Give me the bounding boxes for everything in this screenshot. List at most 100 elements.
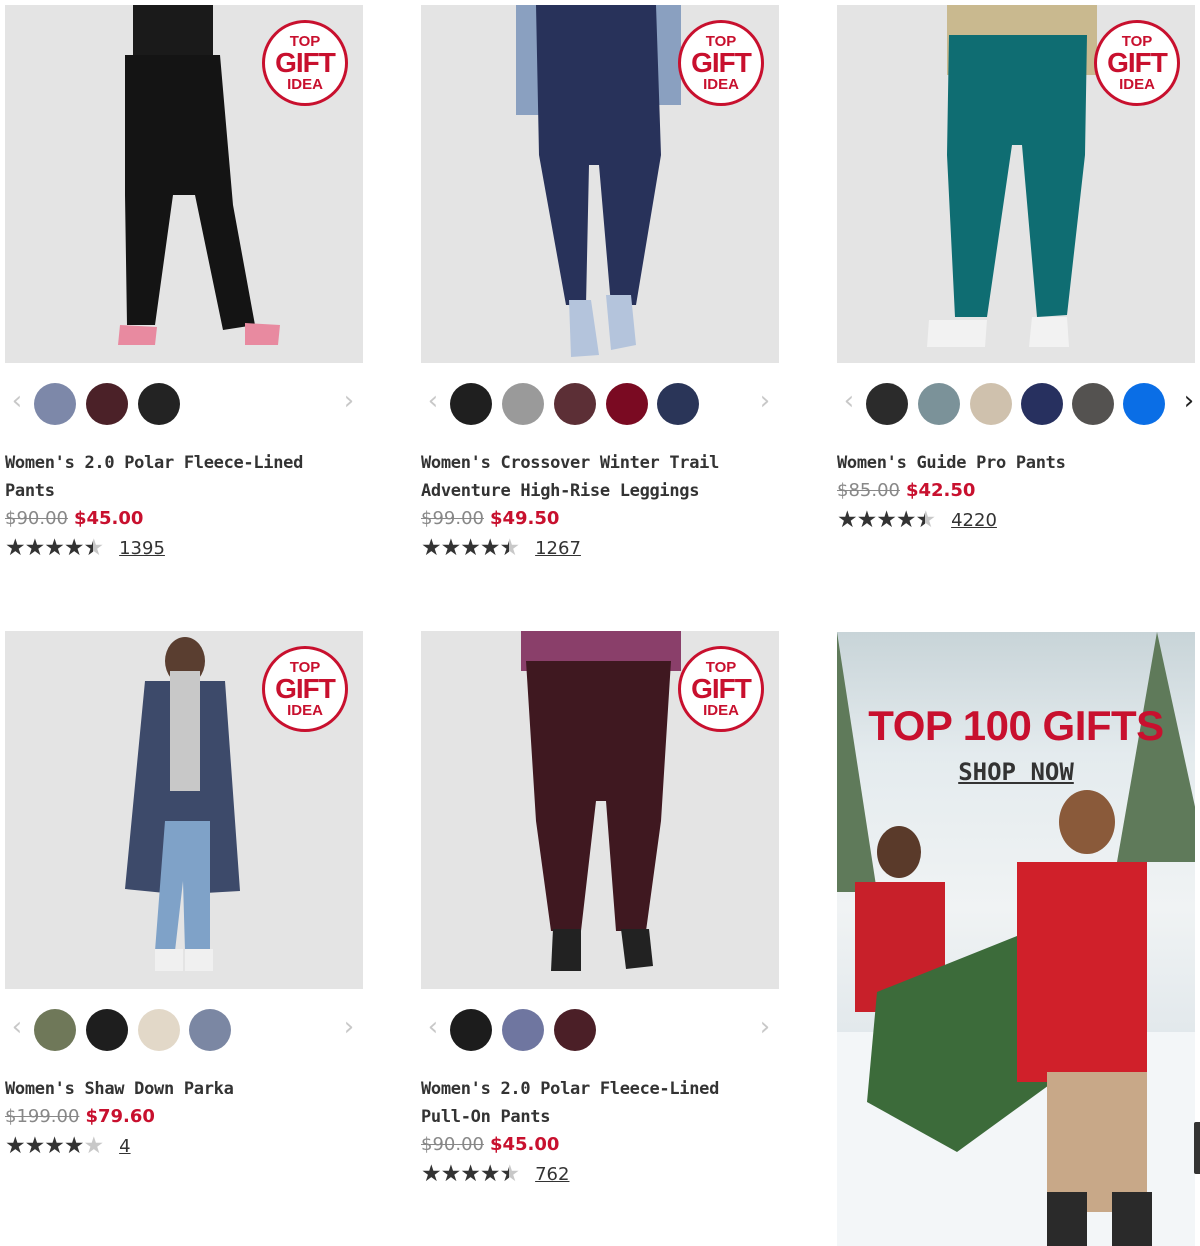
color-swatch-carousel: ‹ › — [5, 1007, 363, 1051]
price: $90.00 $45.00 — [421, 1131, 559, 1159]
sale-price: $42.50 — [905, 480, 976, 501]
top-gift-badge: TOP GIFT IDEA — [1094, 20, 1180, 106]
top-gift-badge: TOP GIFT IDEA — [262, 20, 348, 106]
product-card[interactable]: TOP GIFT IDEA ‹ › Women's 2.0 Polar Flee… — [421, 631, 779, 1187]
review-count-link[interactable]: 4220 — [951, 510, 997, 531]
color-swatch[interactable] — [554, 383, 596, 425]
price: $90.00 $45.00 — [5, 505, 143, 533]
color-swatch[interactable] — [866, 383, 908, 425]
product-image[interactable]: TOP GIFT IDEA — [837, 5, 1195, 363]
color-swatch-carousel: ‹ › — [421, 1007, 779, 1051]
badge-line: IDEA — [1119, 76, 1155, 93]
color-swatch[interactable] — [34, 1009, 76, 1051]
badge-line: IDEA — [703, 702, 739, 719]
color-swatch[interactable] — [657, 383, 699, 425]
badge-line: IDEA — [287, 702, 323, 719]
color-swatch[interactable] — [34, 383, 76, 425]
chevron-right-icon[interactable]: › — [755, 1007, 775, 1051]
price: $99.00 $49.50 — [421, 505, 559, 533]
chevron-left-icon[interactable]: ‹ — [423, 1007, 443, 1051]
chevron-right-icon[interactable]: › — [339, 381, 359, 425]
sale-price: $79.60 — [85, 1106, 155, 1127]
color-swatch[interactable] — [1021, 383, 1063, 425]
badge-line: GIFT — [275, 47, 336, 78]
chevron-right-icon[interactable]: › — [1179, 381, 1199, 425]
sale-price: $49.50 — [489, 508, 560, 529]
badge-line: GIFT — [691, 673, 752, 704]
color-swatch[interactable] — [189, 1009, 231, 1051]
top-gift-badge: TOP GIFT IDEA — [262, 646, 348, 732]
chevron-left-icon[interactable]: ‹ — [423, 381, 443, 425]
color-swatch[interactable] — [502, 383, 544, 425]
product-image[interactable]: TOP GIFT IDEA — [421, 5, 779, 363]
chevron-left-icon[interactable]: ‹ — [7, 1007, 27, 1051]
badge-line: GIFT — [691, 47, 752, 78]
product-card[interactable]: TOP GIFT IDEA ‹ › Women's Shaw Down Park… — [5, 631, 363, 1159]
original-price: $90.00 — [421, 1134, 484, 1155]
star-icon: ★★★★★ — [421, 535, 520, 561]
chevron-left-icon[interactable]: ‹ — [7, 381, 27, 425]
review-count-link[interactable]: 762 — [535, 1164, 569, 1185]
product-card[interactable]: TOP GIFT IDEA ‹ › Women's Crossover Wint… — [421, 5, 779, 561]
star-icon: ★★★★★ — [5, 1133, 104, 1159]
chevron-right-icon[interactable]: › — [339, 1007, 359, 1051]
color-swatch[interactable] — [554, 1009, 596, 1051]
star-icon: ★★★★★ — [837, 507, 936, 533]
side-tab[interactable] — [1194, 1122, 1200, 1174]
color-swatch[interactable] — [86, 383, 128, 425]
color-swatch[interactable] — [1123, 383, 1165, 425]
chevron-left-icon[interactable]: ‹ — [839, 381, 859, 425]
rating: ★★★★★ 4220 — [837, 506, 997, 534]
product-card[interactable]: TOP GIFT IDEA ‹ › Women's 2.0 Polar Flee… — [5, 5, 363, 561]
top-gift-badge: TOP GIFT IDEA — [678, 20, 764, 106]
chevron-right-icon[interactable]: › — [755, 381, 775, 425]
color-swatch[interactable] — [1072, 383, 1114, 425]
star-icon: ★★★★★ — [5, 535, 104, 561]
color-swatch-carousel: ‹ › — [421, 381, 779, 425]
review-count-link[interactable]: 1267 — [535, 538, 581, 559]
sale-price: $45.00 — [489, 1134, 560, 1155]
color-swatch[interactable] — [502, 1009, 544, 1051]
product-image[interactable]: TOP GIFT IDEA — [421, 631, 779, 989]
color-swatch-carousel: ‹ › — [837, 381, 1195, 425]
promo-banner[interactable]: TOP 100 GIFTS SHOP NOW — [837, 632, 1195, 1246]
color-swatch[interactable] — [970, 383, 1012, 425]
sale-price: $45.00 — [73, 508, 144, 529]
review-count-link[interactable]: 4 — [119, 1136, 130, 1157]
product-name[interactable]: Women's 2.0 Polar Fleece-Lined Pants — [5, 449, 335, 505]
color-swatch[interactable] — [918, 383, 960, 425]
badge-line: IDEA — [703, 76, 739, 93]
product-name[interactable]: Women's Crossover Winter Trail Adventure… — [421, 449, 751, 505]
price: $85.00 $42.50 — [837, 477, 975, 505]
product-name[interactable]: Women's Guide Pro Pants — [837, 449, 1167, 477]
rating: ★★★★★ 1267 — [421, 534, 581, 562]
rating: ★★★★★ 1395 — [5, 534, 165, 562]
original-price: $90.00 — [5, 508, 68, 529]
rating: ★★★★★ 762 — [421, 1160, 569, 1188]
rating: ★★★★★ 4 — [5, 1132, 131, 1160]
badge-line: GIFT — [275, 673, 336, 704]
star-icon: ★★★★★ — [421, 1161, 520, 1187]
promo-title: TOP 100 GIFTS — [868, 702, 1164, 749]
price: $199.00 $79.60 — [5, 1103, 155, 1131]
color-swatch[interactable] — [450, 1009, 492, 1051]
color-swatch[interactable] — [86, 1009, 128, 1051]
color-swatch[interactable] — [138, 383, 180, 425]
color-swatch[interactable] — [606, 383, 648, 425]
product-name[interactable]: Women's 2.0 Polar Fleece-Lined Pull-On P… — [421, 1075, 751, 1131]
top-gift-badge: TOP GIFT IDEA — [678, 646, 764, 732]
color-swatch-carousel: ‹ › — [5, 381, 363, 425]
product-image[interactable]: TOP GIFT IDEA — [5, 631, 363, 989]
original-price: $199.00 — [5, 1106, 80, 1127]
badge-line: GIFT — [1107, 47, 1168, 78]
badge-line: IDEA — [287, 76, 323, 93]
product-image[interactable]: TOP GIFT IDEA — [5, 5, 363, 363]
shop-now-link[interactable]: SHOP NOW — [837, 758, 1195, 786]
review-count-link[interactable]: 1395 — [119, 538, 165, 559]
product-card[interactable]: TOP GIFT IDEA ‹ › Women's Guide Pro Pant… — [837, 5, 1195, 533]
product-name[interactable]: Women's Shaw Down Parka — [5, 1075, 335, 1103]
original-price: $99.00 — [421, 508, 484, 529]
original-price: $85.00 — [837, 480, 900, 501]
color-swatch[interactable] — [138, 1009, 180, 1051]
color-swatch[interactable] — [450, 383, 492, 425]
